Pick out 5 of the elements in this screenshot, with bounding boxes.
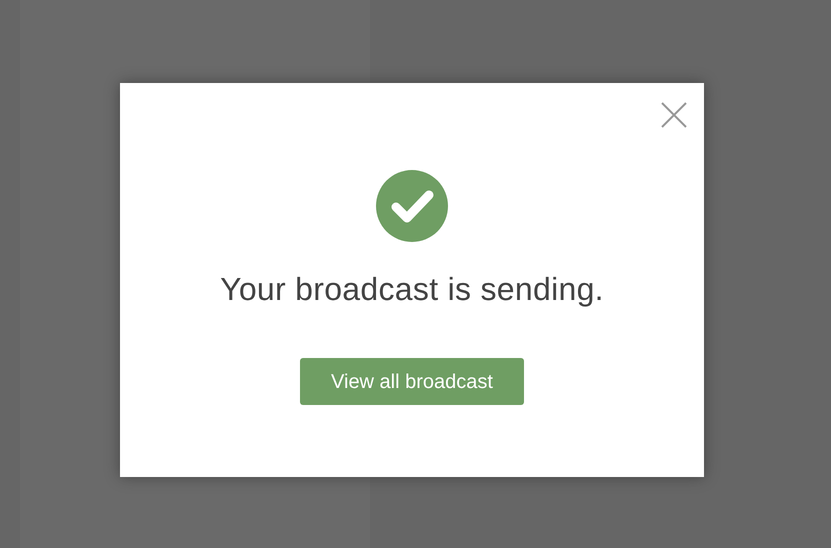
check-icon: [376, 170, 448, 242]
close-icon: [660, 101, 688, 129]
view-all-button[interactable]: View all broadcast: [300, 358, 524, 406]
close-button[interactable]: [660, 101, 688, 129]
dialog-message: Your broadcast is sending.: [220, 270, 604, 308]
